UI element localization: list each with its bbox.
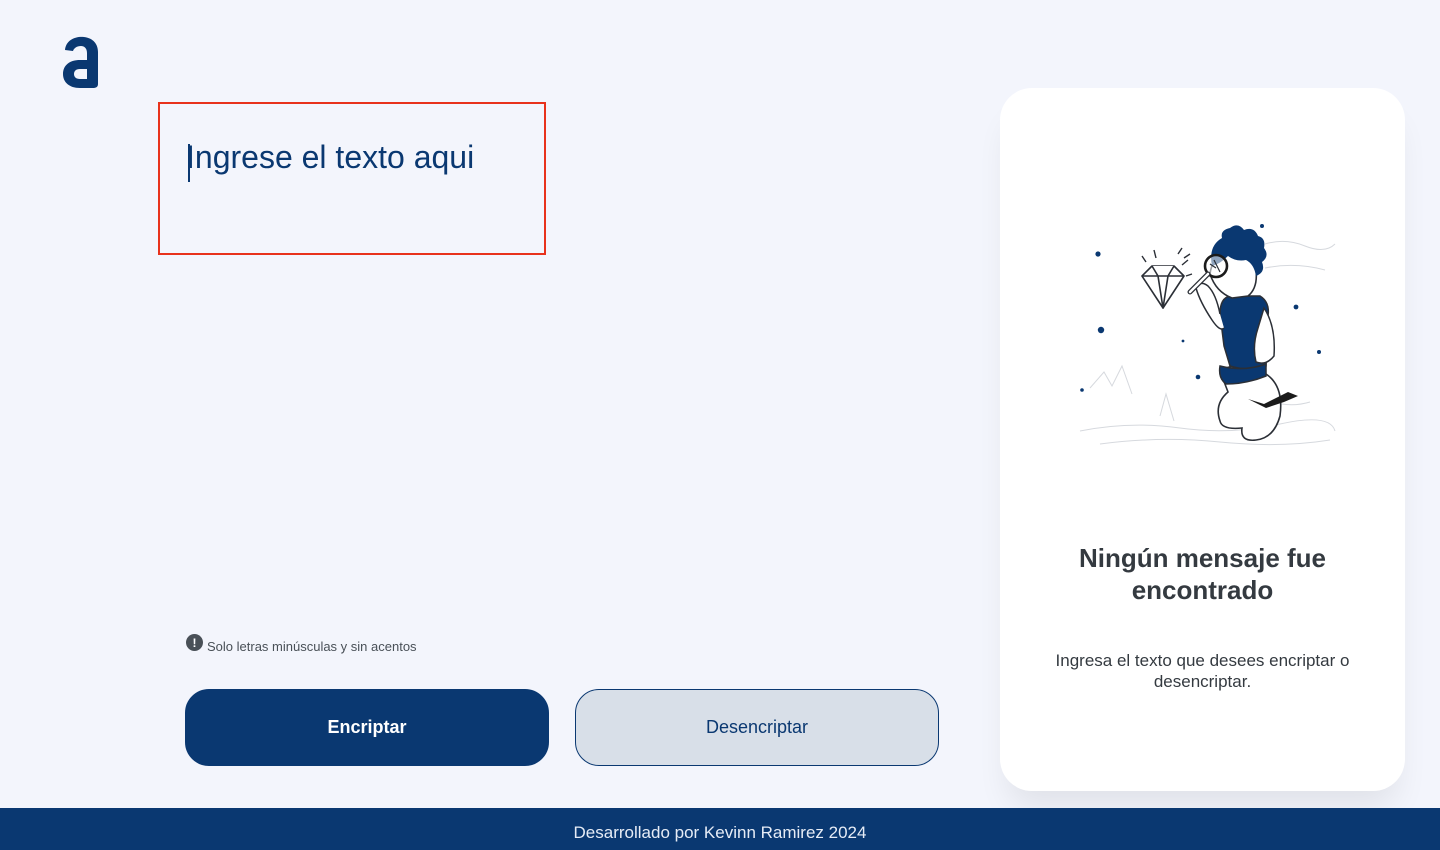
encrypt-button[interactable]: Encriptar <box>185 689 549 766</box>
exclamation-circle-icon: ! <box>186 634 203 651</box>
result-title: Ningún mensaje fue encontrado <box>1078 543 1327 605</box>
decrypt-button[interactable]: Desencriptar <box>575 689 939 766</box>
text-cursor <box>188 144 190 182</box>
message-textarea[interactable] <box>186 138 526 198</box>
footer-text: Desarrollado por Kevinn Ramirez 2024 <box>573 823 867 842</box>
app-page: ! Solo letras minúsculas y sin acentos E… <box>0 0 1440 850</box>
result-panel: Ningún mensaje fue encontrado Ingresa el… <box>1000 88 1405 791</box>
result-subtitle: Ingresa el texto que desees encriptar o … <box>1055 651 1350 691</box>
hint-text: Solo letras minúsculas y sin acentos <box>207 639 417 654</box>
footer: Desarrollado por Kevinn Ramirez 2024 <box>0 808 1440 850</box>
input-hint: ! Solo letras minúsculas y sin acentos <box>186 634 417 655</box>
person-with-magnifying-glass-illustration <box>1079 224 1336 446</box>
text-input-area[interactable] <box>158 102 546 255</box>
alura-logo-icon[interactable] <box>60 34 102 90</box>
